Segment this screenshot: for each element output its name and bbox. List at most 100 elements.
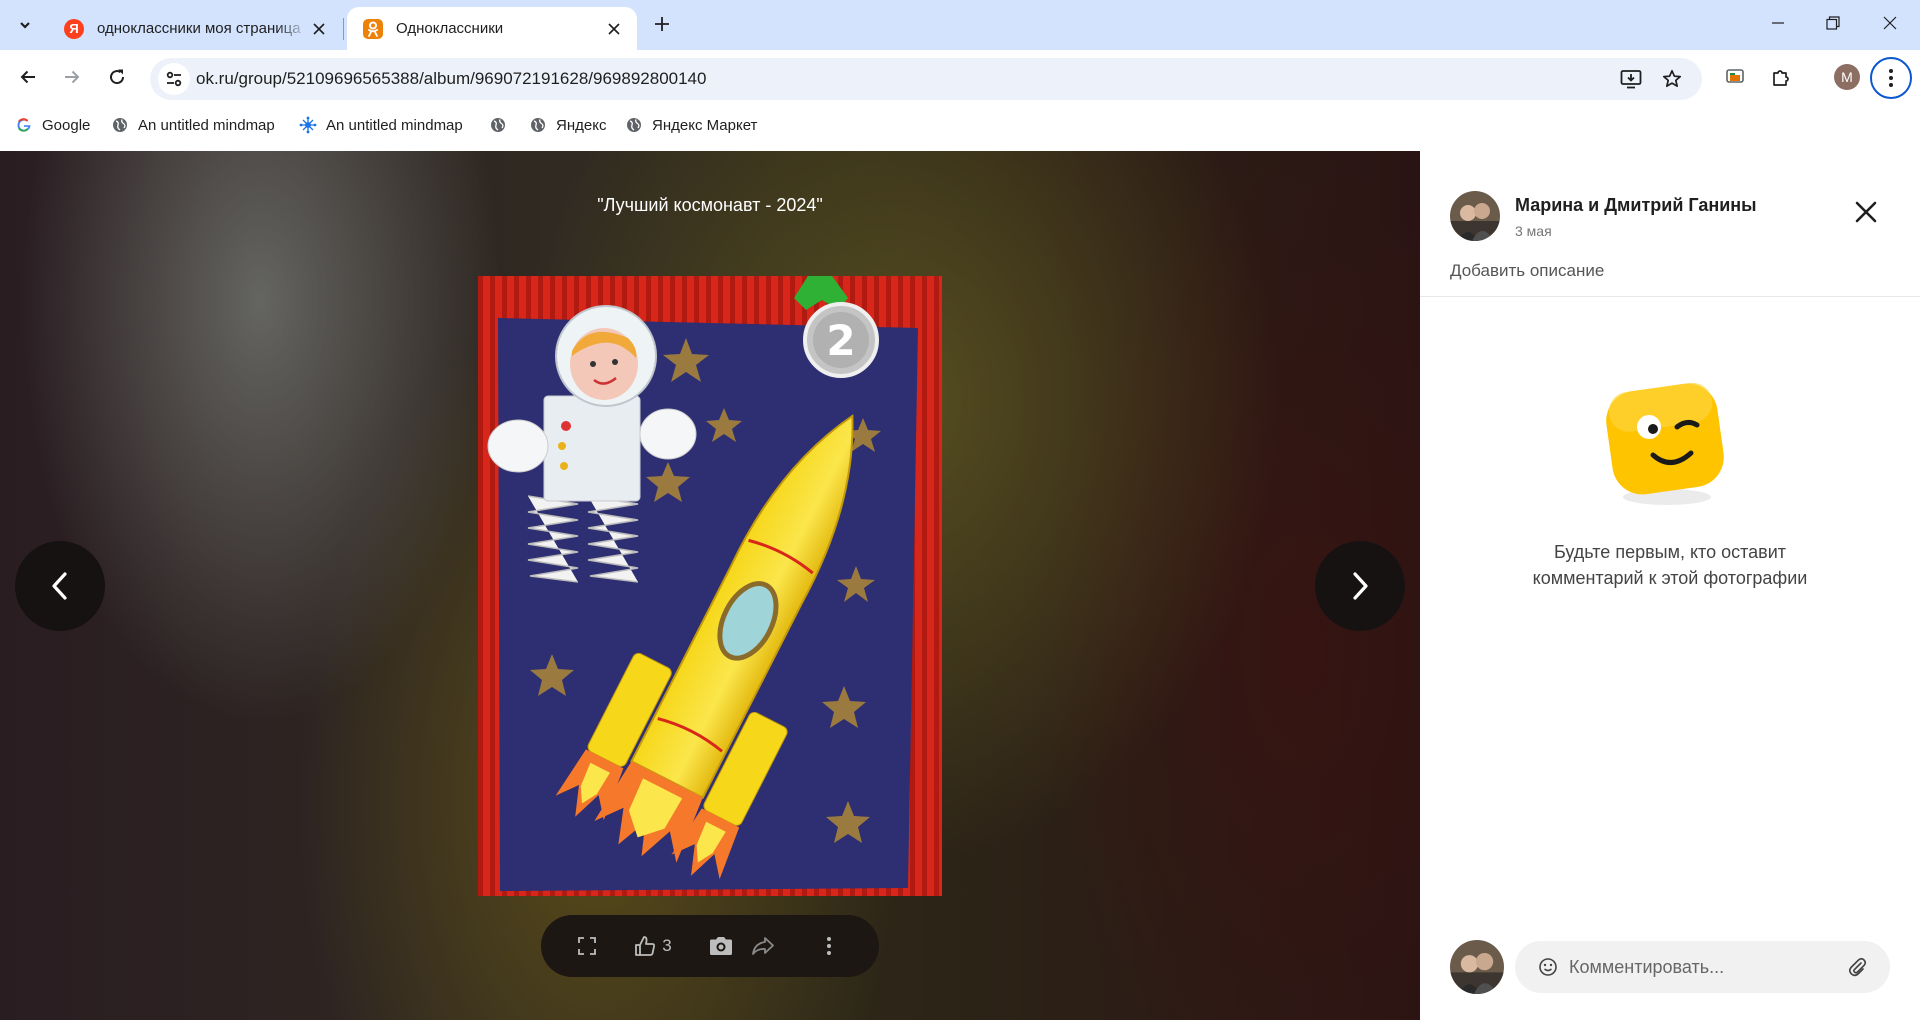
close-icon <box>1883 16 1897 30</box>
bookmark-mindmap-2[interactable]: An untitled mindmap <box>299 106 463 144</box>
next-photo-button[interactable] <box>1315 541 1405 631</box>
install-app-button[interactable] <box>1615 63 1647 95</box>
fullscreen-button[interactable] <box>571 930 603 962</box>
bookmarks-bar: Google An untitled mindmap An untitled m… <box>0 106 1920 151</box>
add-description-link[interactable]: Добавить описание <box>1450 261 1604 281</box>
chevron-left-icon <box>52 572 67 600</box>
restore-icon <box>1826 16 1840 30</box>
empty-comments-message: Будьте первым, кто оставит комментарий к… <box>1420 539 1920 591</box>
arrow-right-icon <box>65 70 80 84</box>
comment-box <box>1515 941 1890 993</box>
kebab-menu-icon <box>1889 69 1893 87</box>
bookmark-label: Яндекс <box>556 116 607 134</box>
likes-count: 3 <box>662 936 672 955</box>
tab-search-button[interactable] <box>8 8 42 42</box>
browser-toolbar: ok.ru/group/52109696565388/album/9690721… <box>0 50 1920 106</box>
google-icon <box>15 116 33 134</box>
minimize-icon <box>1772 22 1784 24</box>
tab-yandex-search[interactable]: Я одноклассники моя страница <box>48 7 342 50</box>
new-tab-button[interactable] <box>648 10 676 38</box>
add-photo-button[interactable] <box>705 930 737 962</box>
emoji-picker-button[interactable] <box>1537 956 1559 978</box>
restore-button[interactable] <box>1805 0 1861 46</box>
install-icon <box>1620 70 1642 89</box>
more-options-button[interactable] <box>813 930 845 962</box>
url-text[interactable]: ok.ru/group/52109696565388/album/9690721… <box>196 58 706 100</box>
site-info-button[interactable] <box>158 63 190 95</box>
minimize-button[interactable] <box>1750 0 1806 46</box>
tab-strip: Я одноклассники моя страница Одноклассни… <box>0 0 1920 50</box>
mindmap-icon <box>299 116 317 134</box>
reload-icon <box>110 69 125 85</box>
tab-close-button[interactable] <box>308 18 330 40</box>
photo-caption: "Лучший космонавт - 2024" <box>597 195 823 215</box>
close-icon <box>313 22 325 35</box>
cast-button[interactable] <box>1718 60 1752 94</box>
empty-comments-line-1: Будьте первым, кто оставит <box>1553 542 1787 562</box>
kebab-menu-icon <box>827 937 831 955</box>
close-window-button[interactable] <box>1862 0 1918 46</box>
empty-comments-line-2: комментарий к этой фотографии <box>1532 568 1808 588</box>
paperclip-icon <box>1848 957 1867 977</box>
reload-button[interactable] <box>100 60 134 94</box>
photo-viewer: "Лучший космонавт - 2024" 2 3 <box>0 151 1420 1020</box>
globe-icon <box>489 116 507 134</box>
bookmark-untitled[interactable] <box>489 106 516 144</box>
smile-icon <box>1539 958 1557 976</box>
globe-icon <box>111 116 129 134</box>
attach-button[interactable] <box>1845 955 1869 979</box>
forward-button[interactable] <box>55 60 89 94</box>
chevron-down-icon <box>20 22 30 29</box>
globe-icon <box>625 116 643 134</box>
divider <box>1420 296 1920 297</box>
bookmark-label: Google <box>42 116 91 134</box>
arrow-left-icon <box>20 70 35 84</box>
cast-icon <box>1726 69 1744 83</box>
extensions-button[interactable] <box>1764 60 1798 94</box>
share-icon <box>752 937 774 955</box>
bookmark-label: An untitled mindmap <box>326 116 463 134</box>
plus-icon <box>655 17 669 31</box>
medal-number: 2 <box>826 316 855 365</box>
tab-close-button[interactable] <box>603 18 625 40</box>
bookmark-google[interactable]: Google <box>15 106 90 144</box>
bookmark-mindmap-1[interactable]: An untitled mindmap <box>111 106 275 144</box>
tab-title: Одноклассники <box>396 20 504 37</box>
tune-icon <box>166 71 182 87</box>
camera-icon <box>710 937 732 955</box>
fullscreen-icon <box>578 937 596 955</box>
photo-side-panel: Марина и Дмитрий Ганины 3 мая Добавить о… <box>1420 151 1920 1020</box>
author-name[interactable]: Марина и Дмитрий Ганины <box>1515 195 1757 216</box>
previous-photo-button[interactable] <box>15 541 105 631</box>
profile-button[interactable]: M <box>1830 60 1864 94</box>
bookmark-yandex[interactable]: Яндекс <box>529 106 606 144</box>
browser-menu-button[interactable] <box>1870 57 1912 99</box>
bookmark-star-button[interactable] <box>1656 63 1688 95</box>
close-icon <box>608 22 620 35</box>
share-button[interactable] <box>747 930 779 962</box>
current-user-avatar <box>1450 940 1504 994</box>
address-bar[interactable]: ok.ru/group/52109696565388/album/9690721… <box>150 58 1702 100</box>
photo-actions-bar: 3 <box>541 915 879 977</box>
wink-emoji-icon <box>1606 382 1724 505</box>
close-viewer-button[interactable] <box>1846 192 1886 232</box>
like-button[interactable]: 3 <box>629 930 677 962</box>
back-button[interactable] <box>11 60 45 94</box>
profile-avatar: M <box>1834 64 1860 90</box>
author-avatar[interactable] <box>1450 191 1500 241</box>
tab-title: одноклассники моя страница <box>97 20 301 37</box>
comment-input[interactable] <box>1569 941 1839 993</box>
thumbs-up-icon <box>635 936 656 956</box>
close-icon <box>1855 201 1877 223</box>
bookmark-label: An untitled mindmap <box>138 116 275 134</box>
photo-date: 3 мая <box>1515 223 1552 239</box>
bookmark-yandex-market[interactable]: Яндекс Маркет <box>625 106 757 144</box>
ok-favicon-icon <box>363 18 383 39</box>
tab-odnoklassniki[interactable]: Одноклассники <box>347 7 637 50</box>
yandex-favicon-icon: Я <box>64 18 84 39</box>
star-icon <box>1662 69 1682 88</box>
puzzle-icon <box>1773 70 1789 86</box>
tab-separator <box>343 18 344 40</box>
photo-image[interactable]: 2 <box>478 276 942 896</box>
bookmark-label: Яндекс Маркет <box>652 116 758 134</box>
